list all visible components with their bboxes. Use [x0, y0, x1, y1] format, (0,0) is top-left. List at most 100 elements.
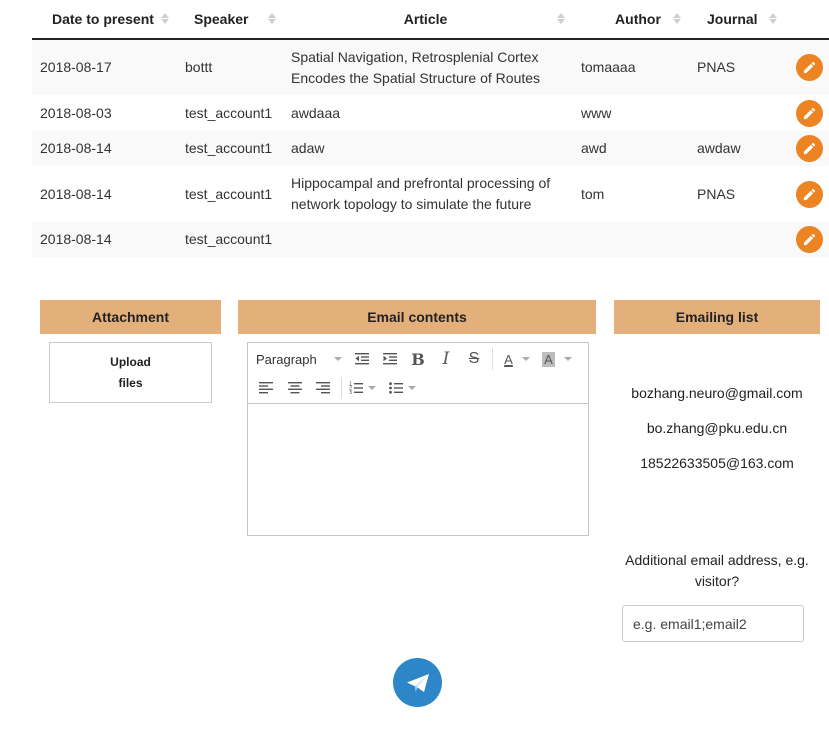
email-contents-header: Email contents [238, 300, 596, 334]
align-right-icon [316, 382, 330, 394]
cell-author: tomaaaa [581, 59, 636, 75]
toolbar-separator [492, 348, 493, 370]
cell-author: www [581, 104, 612, 121]
additional-email-input[interactable] [622, 605, 804, 642]
table-row: 2018-08-14 test_account1 adaw awd awdaw [32, 131, 829, 166]
list-item: bozhang.neuro@gmail.com [631, 385, 803, 401]
indent-button[interactable] [376, 347, 404, 371]
outdent-button[interactable] [348, 347, 376, 371]
indent-icon [383, 353, 397, 365]
cell-date: 2018-08-17 [40, 59, 112, 75]
sort-icon [557, 13, 565, 24]
edit-button[interactable] [795, 54, 823, 81]
upload-label-line1: Upload [110, 354, 151, 369]
cell-speaker: bottt [185, 59, 213, 75]
background-color-button[interactable]: A [537, 347, 577, 371]
column-header-date[interactable]: Date to present [32, 0, 177, 38]
editor-toolbar: Paragraph B I S A A 1 2 3 [248, 343, 588, 404]
sort-icon [268, 13, 276, 24]
numbered-list-button[interactable]: 123 [346, 376, 378, 400]
cell-journal: PNAS [697, 59, 736, 75]
sort-icon [161, 13, 169, 24]
toolbar-row-1: Paragraph B I S A A [248, 344, 577, 374]
column-header-actions [789, 0, 829, 38]
cell-speaker: test_account1 [185, 231, 273, 247]
numbered-list-icon: 123 [349, 381, 363, 396]
cell-actions [789, 99, 829, 127]
edit-button[interactable] [795, 180, 823, 208]
editor-content-area[interactable] [248, 404, 588, 535]
text-color-button[interactable]: A [497, 347, 537, 371]
table-row: 2018-08-17 bottt Spatial Navigation, Ret… [32, 40, 829, 95]
pencil-icon [803, 233, 815, 246]
cell-speaker: test_account1 [185, 104, 273, 121]
cell-date: 2018-08-14 [40, 185, 112, 202]
toolbar-row-2: 123 [248, 373, 420, 403]
list-item: 18522633505@163.com [640, 455, 794, 471]
cell-article: adaw [291, 140, 325, 156]
emailing-list-header: Emailing list [614, 300, 820, 334]
cell-author: awd [581, 140, 607, 156]
toolbar-separator [341, 377, 342, 399]
cell-speaker: test_account1 [185, 140, 273, 156]
chevron-down-icon [408, 386, 416, 390]
cell-article: Hippocampal and prefrontal processing of… [291, 175, 551, 212]
edit-button[interactable] [795, 135, 823, 162]
list-item: bo.zhang@pku.edu.cn [646, 420, 788, 436]
upload-label-line2: files [118, 375, 143, 390]
edit-button[interactable] [795, 226, 823, 253]
pencil-icon [803, 142, 815, 155]
upload-files-button[interactable]: Upload files [49, 342, 212, 403]
chevron-down-icon [521, 357, 530, 361]
attachment-header: Attachment [40, 300, 221, 334]
strikethrough-button[interactable]: S [460, 347, 488, 371]
cell-author: tom [581, 185, 605, 202]
text-color-icon: A [504, 351, 513, 367]
cell-date: 2018-08-14 [40, 140, 112, 156]
column-header-speaker[interactable]: Speaker [177, 0, 284, 38]
sort-icon [769, 13, 777, 24]
pencil-icon [803, 107, 815, 119]
cell-article: awdaaa [291, 104, 341, 121]
outdent-icon [355, 353, 369, 365]
cell-journal: PNAS [697, 185, 736, 202]
format-select[interactable]: Paragraph [248, 347, 348, 371]
cell-actions [789, 180, 829, 208]
cell-actions [789, 54, 829, 81]
email-address-list: bozhang.neuro@gmail.com bo.zhang@pku.edu… [614, 380, 820, 485]
bullet-list-button[interactable] [384, 376, 420, 400]
pencil-icon [803, 188, 815, 200]
table-row: 2018-08-14 test_account1 [32, 222, 829, 257]
edit-button[interactable] [795, 99, 823, 127]
cell-article: Spatial Navigation, Retrosplenial Cortex… [291, 48, 541, 86]
align-center-icon [288, 382, 302, 394]
table-row: 2018-08-03 test_account1 awdaaa www [32, 95, 829, 131]
chevron-down-icon [563, 357, 572, 361]
italic-button[interactable]: I [432, 347, 460, 371]
chevron-down-icon [368, 386, 376, 390]
column-header-article[interactable]: Article [284, 0, 573, 38]
pencil-icon [803, 61, 815, 74]
cell-speaker: test_account1 [185, 185, 273, 202]
paper-plane-icon [406, 673, 429, 692]
bullet-list-icon [389, 382, 403, 394]
svg-text:3: 3 [349, 390, 352, 396]
send-button[interactable] [393, 658, 442, 707]
align-center-button[interactable] [281, 376, 309, 400]
cell-actions [789, 135, 829, 162]
cell-actions [789, 226, 829, 253]
table-row: 2018-08-14 test_account1 Hippocampal and… [32, 166, 829, 222]
align-left-icon [259, 382, 273, 394]
column-header-journal[interactable]: Journal [689, 0, 789, 38]
table-header: Date to present Speaker Article Author J… [32, 0, 829, 40]
align-right-button[interactable] [309, 376, 337, 400]
bold-button[interactable]: B [404, 347, 432, 371]
cell-date: 2018-08-14 [40, 231, 112, 247]
cell-journal: awdaw [697, 140, 741, 156]
cell-date: 2018-08-03 [40, 104, 112, 121]
chevron-down-icon [334, 357, 342, 361]
align-left-button[interactable] [251, 376, 281, 400]
column-header-author[interactable]: Author [573, 0, 689, 38]
sort-icon [673, 13, 681, 24]
additional-email-label: Additional email address, e.g. visitor? [625, 552, 809, 589]
